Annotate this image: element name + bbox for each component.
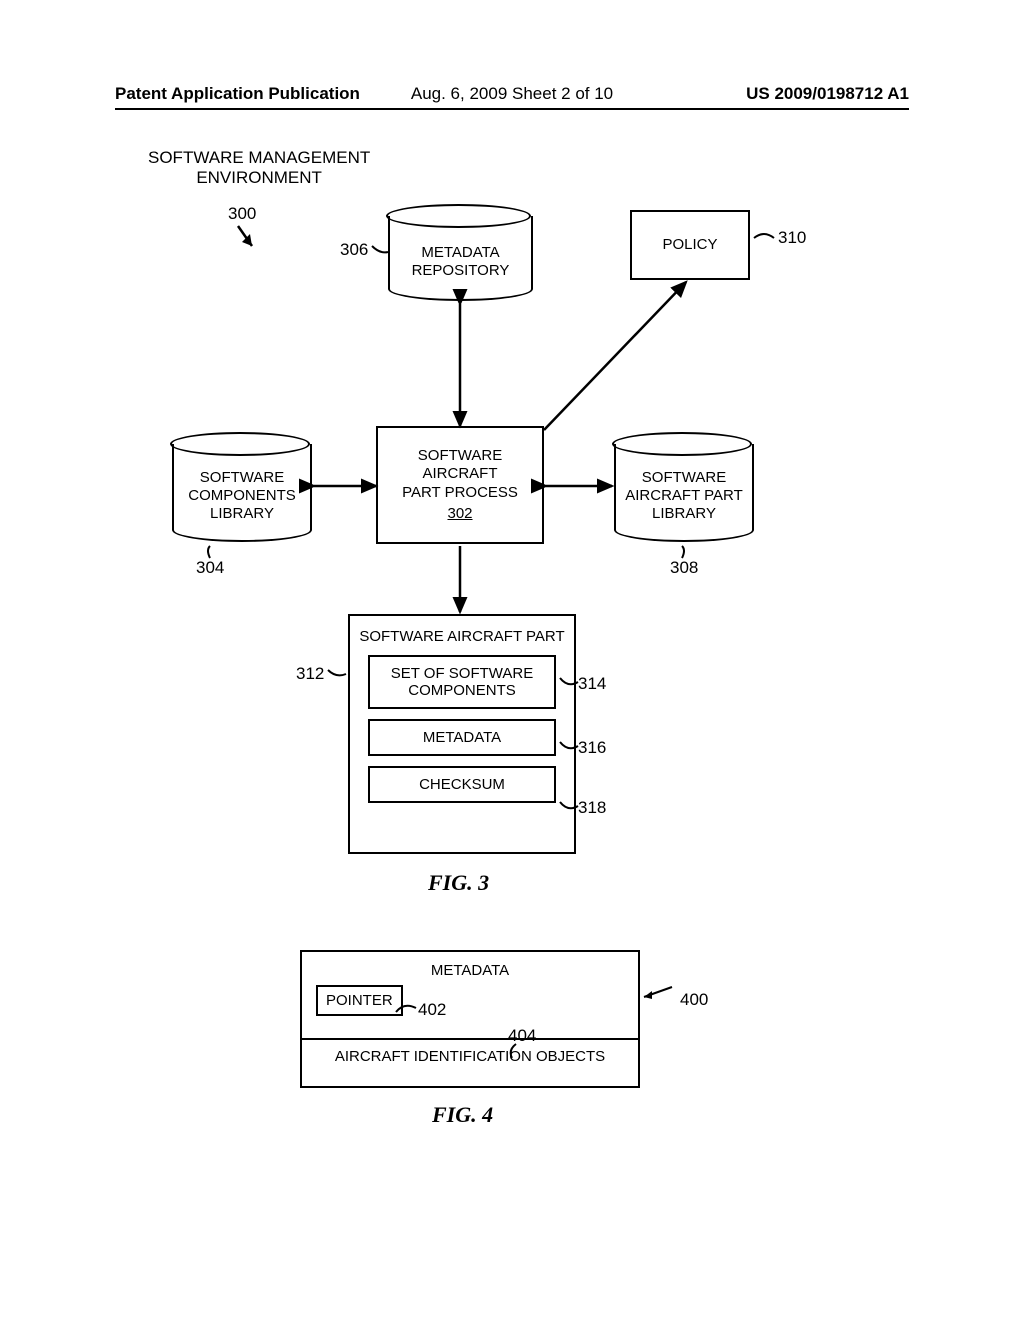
metadata-repository-text: METADATA REPOSITORY	[412, 244, 510, 280]
software-aircraft-part-container: SOFTWARE AIRCRAFT PART SET OF SOFTWARE C…	[348, 614, 576, 854]
sap-metadata-text: METADATA	[423, 729, 501, 746]
ref-404: 404	[508, 1026, 536, 1046]
ref-312-connector	[326, 668, 350, 680]
ref-312: 312	[296, 664, 324, 684]
ref-308: 308	[670, 558, 698, 578]
sw-aircraft-library-text: SOFTWARE AIRCRAFT PART LIBRARY	[625, 469, 743, 523]
sap-set-components-text: SET OF SOFTWARE COMPONENTS	[391, 665, 534, 699]
environment-ref-300: 300	[228, 204, 256, 224]
sap-checksum-box: CHECKSUM	[368, 766, 556, 803]
ref-318: 318	[578, 798, 606, 818]
fig4-aio-text: AIRCRAFT IDENTIFICATION OBJECTS	[335, 1048, 605, 1065]
fig4-pointer-box: POINTER	[316, 985, 403, 1016]
environment-label-line2: ENVIRONMENT	[148, 168, 370, 188]
ref-310: 310	[778, 228, 806, 248]
fig4-pointer-text: POINTER	[326, 992, 393, 1009]
figure-4-caption: FIG. 4	[432, 1102, 493, 1128]
ref-314: 314	[578, 674, 606, 694]
ref-310-connector	[752, 232, 778, 246]
ref-402: 402	[418, 1000, 446, 1020]
header-publication: Patent Application Publication	[115, 84, 360, 104]
policy-box: POLICY	[630, 210, 750, 280]
sw-components-library-cylinder: SOFTWARE COMPONENTS LIBRARY	[172, 444, 312, 542]
environment-label: SOFTWARE MANAGEMENT ENVIRONMENT	[148, 148, 370, 189]
sw-components-library-text: SOFTWARE COMPONENTS LIBRARY	[188, 469, 296, 523]
header-patent-number: US 2009/0198712 A1	[746, 84, 909, 104]
ref-306: 306	[340, 240, 368, 260]
sap-title: SOFTWARE AIRCRAFT PART	[350, 616, 574, 651]
sw-aircraft-process-box: SOFTWARE AIRCRAFT PART PROCESS 302	[376, 426, 544, 544]
sap-set-components-box: SET OF SOFTWARE COMPONENTS	[368, 655, 556, 709]
header-divider	[115, 108, 909, 110]
figure-4-metadata-box: METADATA POINTER AIRCRAFT IDENTIFICATION…	[300, 950, 640, 1088]
sap-metadata-box: METADATA	[368, 719, 556, 756]
ref-304: 304	[196, 558, 224, 578]
figure-3-caption: FIG. 3	[428, 870, 489, 896]
sw-aircraft-library-cylinder: SOFTWARE AIRCRAFT PART LIBRARY	[614, 444, 754, 542]
sw-aircraft-process-text: SOFTWARE AIRCRAFT PART PROCESS	[402, 447, 518, 503]
fig4-title: METADATA	[302, 952, 638, 985]
ref-316: 316	[578, 738, 606, 758]
sap-checksum-text: CHECKSUM	[419, 776, 505, 793]
environment-label-line1: SOFTWARE MANAGEMENT	[148, 148, 370, 168]
fig4-aio-bar: AIRCRAFT IDENTIFICATION OBJECTS	[302, 1038, 638, 1073]
header-sheet-info: Aug. 6, 2009 Sheet 2 of 10	[411, 84, 613, 104]
sw-aircraft-process-ref: 302	[447, 505, 472, 524]
metadata-repository-cylinder: METADATA REPOSITORY	[388, 216, 533, 301]
page-header: Patent Application Publication Aug. 6, 2…	[0, 84, 1024, 104]
policy-text: POLICY	[662, 236, 717, 255]
ref-400-connector	[642, 985, 682, 1005]
ref-400: 400	[680, 990, 708, 1010]
environment-indicator-arrow	[232, 224, 250, 242]
